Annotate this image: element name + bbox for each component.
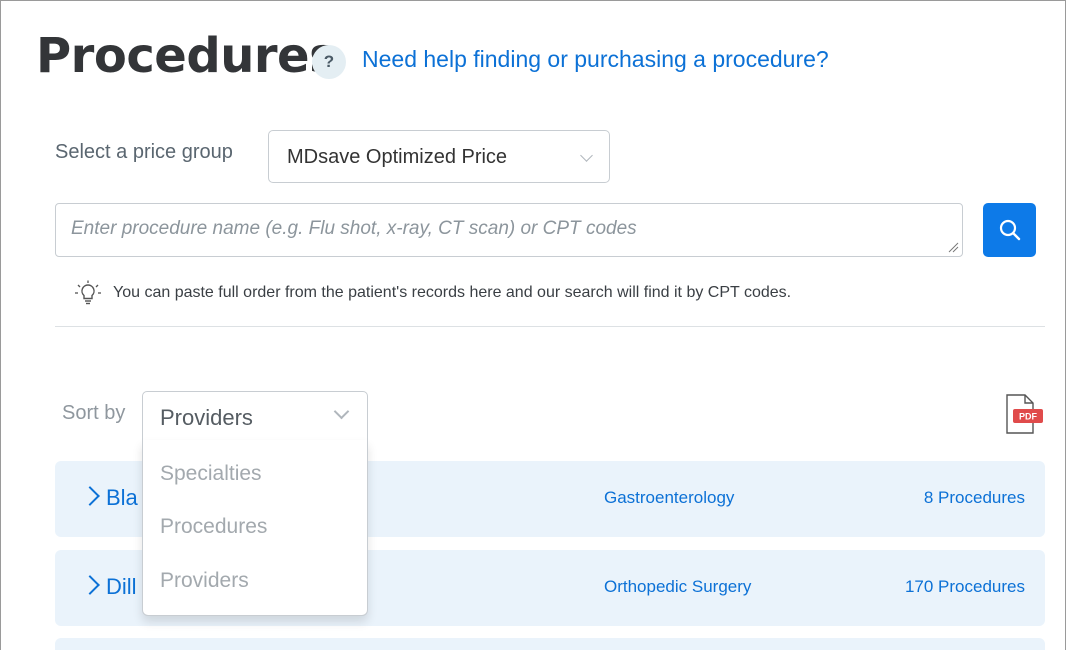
sort-dropdown-menu: Specialties Procedures Providers xyxy=(142,440,368,616)
sort-select[interactable]: Providers xyxy=(142,391,368,441)
procedure-search-input[interactable] xyxy=(56,204,962,256)
provider-specialty[interactable]: Gastroenterology xyxy=(604,488,734,508)
chevron-right-icon[interactable] xyxy=(80,575,100,595)
lightbulb-icon xyxy=(75,280,101,305)
price-group-label: Select a price group xyxy=(55,141,233,163)
search-button[interactable] xyxy=(983,203,1036,257)
divider xyxy=(55,326,1045,327)
pdf-icon[interactable]: PDF xyxy=(1003,394,1045,434)
price-group-select[interactable]: MDsave Optimized Price xyxy=(268,130,610,183)
help-link[interactable]: Need help finding or purchasing a proced… xyxy=(362,46,829,73)
sort-option-providers[interactable]: Providers xyxy=(160,569,249,593)
pdf-badge: PDF xyxy=(1019,412,1038,422)
price-group-value: MDsave Optimized Price xyxy=(287,146,508,168)
provider-specialty[interactable]: Orthopedic Surgery xyxy=(604,577,751,597)
procedure-search-box xyxy=(55,203,963,257)
chevron-down-icon xyxy=(580,149,593,162)
provider-name[interactable]: Dill xyxy=(106,574,137,600)
sort-value: Providers xyxy=(160,405,253,430)
page-title: Procedures xyxy=(36,28,338,84)
provider-procedure-count[interactable]: 170 Procedures xyxy=(905,577,1025,597)
sort-option-specialties[interactable]: Specialties xyxy=(160,462,262,486)
chevron-down-icon xyxy=(333,403,350,420)
provider-procedure-count[interactable]: 8 Procedures xyxy=(924,488,1025,508)
provider-row[interactable] xyxy=(55,638,1045,650)
provider-name[interactable]: Bla xyxy=(106,485,138,511)
search-icon xyxy=(999,219,1020,241)
resize-grip-icon[interactable] xyxy=(947,241,959,253)
tip-text: You can paste full order from the patien… xyxy=(113,284,792,301)
chevron-right-icon[interactable] xyxy=(80,486,100,506)
sort-option-procedures[interactable]: Procedures xyxy=(160,515,267,539)
sort-label: Sort by xyxy=(62,402,126,424)
help-icon[interactable]: ? xyxy=(312,45,346,79)
